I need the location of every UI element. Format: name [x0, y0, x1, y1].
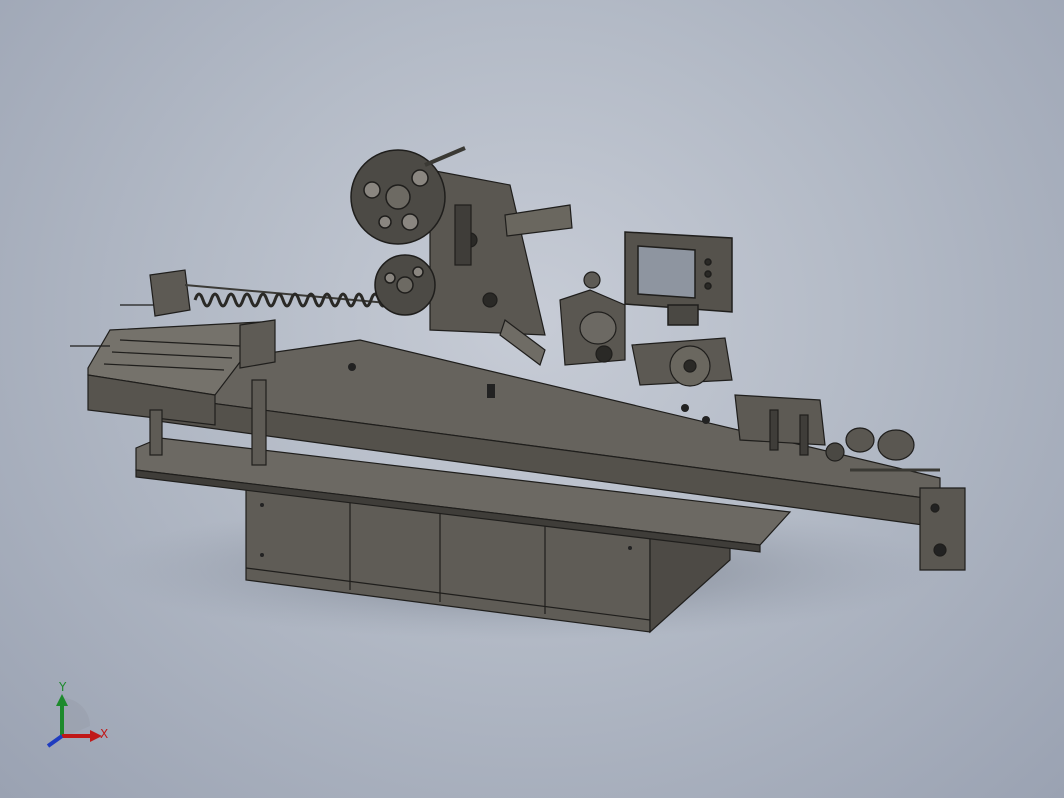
z-axis-arrow: [46, 734, 64, 748]
labeling-machine-model: [70, 146, 966, 640]
label-reel-lower: [374, 254, 436, 316]
gear-drive-box: [631, 337, 733, 387]
cad-viewport[interactable]: Y X: [0, 0, 1064, 798]
triad-x-label: X: [100, 727, 109, 741]
applicator-plate: [429, 169, 573, 366]
coordinate-triad: [46, 694, 102, 748]
triad-y-label: Y: [59, 680, 67, 694]
hmi-touchscreen: [624, 231, 733, 326]
drive-motor-unit: [559, 271, 626, 366]
